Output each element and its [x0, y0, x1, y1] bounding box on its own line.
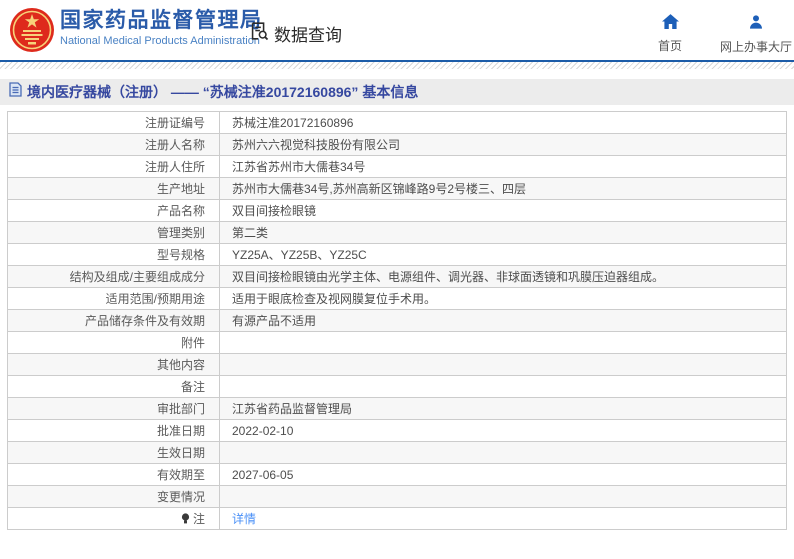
data-query-icon — [248, 20, 270, 47]
row-label: 产品名称 — [7, 199, 220, 222]
data-query-section[interactable]: 数据查询 — [248, 20, 342, 47]
row-label: 批准日期 — [7, 419, 220, 442]
row-label: 适用范围/预期用途 — [7, 287, 220, 310]
row-value: 双目间接检眼镜 — [219, 199, 787, 222]
row-label: 注册证编号 — [7, 111, 220, 134]
table-row: 注册人住所 江苏省苏州市大儒巷34号 — [7, 155, 787, 178]
table-row: 备注 — [7, 375, 787, 398]
nav-item-home[interactable]: 首页 — [640, 14, 700, 55]
registration-info-table: 注册证编号 苏械注准20172160896 注册人名称 苏州六六视觉科技股份有限公司注… — [7, 111, 787, 530]
row-label: 变更情况 — [7, 485, 220, 508]
row-value: 江苏省苏州市大儒巷34号 — [219, 155, 787, 178]
table-row: 适用范围/预期用途 适用于眼底检查及视网膜复位手术用。 — [7, 287, 787, 310]
table-row: 生产地址 苏州市大儒巷34号,苏州高新区锦峰路9号2号楼三、四层 — [7, 177, 787, 200]
row-value: 有源产品不适用 — [219, 309, 787, 332]
national-emblem-icon — [9, 7, 55, 53]
table-row: 变更情况 — [7, 485, 787, 508]
row-label: 生效日期 — [7, 441, 220, 464]
row-label: 其他内容 — [7, 353, 220, 376]
top-nav: 首页 网上办事大厅 — [640, 14, 794, 55]
row-label: 管理类别 — [7, 221, 220, 244]
hatch-stripe-band — [0, 62, 794, 69]
row-value: YZ25A、YZ25B、YZ25C — [219, 243, 787, 266]
table-row: 产品名称 双目间接检眼镜 — [7, 199, 787, 222]
nav-item-label: 首页 — [657, 39, 682, 53]
row-label: 注册人名称 — [7, 133, 220, 156]
row-value: 江苏省药品监督管理局 — [219, 397, 787, 420]
row-value: 苏州六六视觉科技股份有限公司 — [219, 133, 787, 156]
brand-block: 国家药品监督管理局 National Medical Products Admi… — [60, 8, 263, 49]
row-value — [219, 485, 787, 508]
data-query-label: 数据查询 — [274, 26, 342, 45]
document-icon — [9, 82, 22, 102]
row-label: 生产地址 — [7, 177, 220, 200]
row-label: 注 — [7, 507, 220, 530]
row-label: 附件 — [7, 331, 220, 354]
site-title-zh: 国家药品监督管理局 — [60, 9, 263, 32]
breadcrumb: 境内医疗器械（注册） —— “苏械注准20172160896” 基本信息 — [0, 79, 794, 105]
row-label: 审批部门 — [7, 397, 220, 420]
details-link[interactable]: 详情 — [232, 512, 256, 526]
person-icon — [748, 14, 764, 35]
table-row: 其他内容 — [7, 353, 787, 376]
table-row: 附件 — [7, 331, 787, 354]
row-label: 有效期至 — [7, 463, 220, 486]
page-title: 境内医疗器械（注册） —— “苏械注准20172160896” 基本信息 — [27, 84, 419, 100]
table-row: 产品储存条件及有效期 有源产品不适用 — [7, 309, 787, 332]
table-row: 生效日期 — [7, 441, 787, 464]
table-row: 批准日期 2022-02-10 — [7, 419, 787, 442]
row-value: 2027-06-05 — [219, 463, 787, 486]
table-row: 注册证编号 苏械注准20172160896 — [7, 111, 787, 134]
row-value: 2022-02-10 — [219, 419, 787, 442]
bulb-icon — [181, 513, 190, 527]
table-row: 结构及组成/主要组成成分 双目间接检眼镜由光学主体、电源组件、调光器、非球面透镜和… — [7, 265, 787, 288]
row-label: 产品储存条件及有效期 — [7, 309, 220, 332]
table-row: 管理类别 第二类 — [7, 221, 787, 244]
home-icon — [661, 14, 679, 34]
table-row: 型号规格 YZ25A、YZ25B、YZ25C — [7, 243, 787, 266]
row-label: 注册人住所 — [7, 155, 220, 178]
table-row: 注册人名称 苏州六六视觉科技股份有限公司 — [7, 133, 787, 156]
site-title-en: National Medical Products Administration — [60, 35, 260, 47]
nav-item-label: 网上办事大厅 — [719, 40, 792, 54]
nav-item-service-hall[interactable]: 网上办事大厅 — [718, 14, 794, 55]
table-row: 审批部门 江苏省药品监督管理局 — [7, 397, 787, 420]
table-row: 注详情 — [7, 507, 787, 530]
row-value: 第二类 — [219, 221, 787, 244]
row-value: 详情 — [219, 507, 787, 530]
site-header: 国家药品监督管理局 National Medical Products Admi… — [0, 0, 794, 60]
row-value — [219, 331, 787, 354]
row-label: 备注 — [7, 375, 220, 398]
row-label: 型号规格 — [7, 243, 220, 266]
row-value — [219, 353, 787, 376]
row-value — [219, 441, 787, 464]
row-value: 适用于眼底检查及视网膜复位手术用。 — [219, 287, 787, 310]
row-label: 结构及组成/主要组成成分 — [7, 265, 220, 288]
table-row: 有效期至 2027-06-05 — [7, 463, 787, 486]
row-value — [219, 375, 787, 398]
info-table-body: 注册证编号 苏械注准20172160896 注册人名称 苏州六六视觉科技股份有限公司注… — [7, 111, 787, 530]
row-value: 苏州市大儒巷34号,苏州高新区锦峰路9号2号楼三、四层 — [219, 177, 787, 200]
row-value: 苏械注准20172160896 — [219, 111, 787, 134]
row-value: 双目间接检眼镜由光学主体、电源组件、调光器、非球面透镜和巩膜压迫器组成。 — [219, 265, 787, 288]
